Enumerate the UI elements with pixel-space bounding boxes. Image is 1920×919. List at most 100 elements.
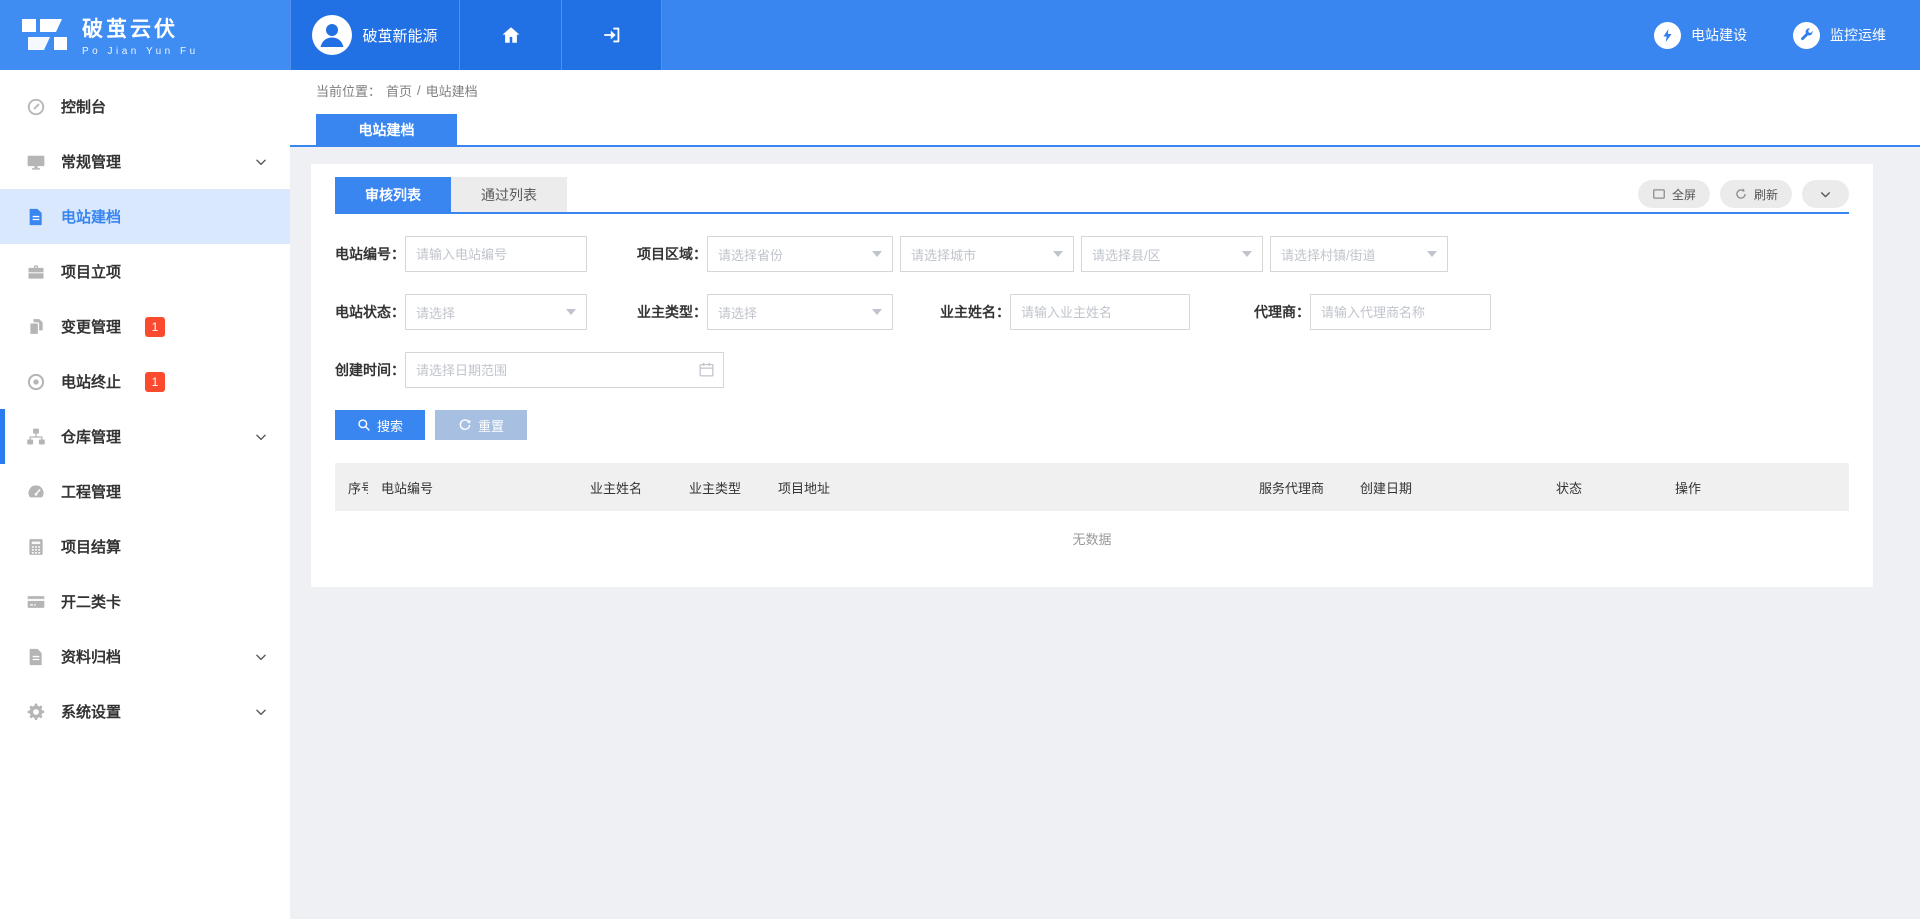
top-bar-spacer [662,0,1654,70]
panel-toolbar: 全屏 刷新 [1638,180,1849,208]
tab-approved-list[interactable]: 通过列表 [451,177,567,212]
credit-card-icon [26,592,46,612]
chevron-down-icon [254,650,268,664]
top-nav-label: 电站建设 [1691,25,1747,45]
company-name: 破茧新能源 [362,25,437,46]
results-table: 序号 电站编号 业主姓名 业主类型 项目地址 服务代理商 创建日期 状态 操作 [335,463,1849,565]
sidebar-item-label: 系统设置 [61,701,121,722]
brand-title: 破茧云伏 [82,13,199,43]
tab-underline [335,212,1849,214]
sidebar-item-station-archive[interactable]: 电站建档 [0,189,290,244]
table-header-row: 序号 电站编号 业主姓名 业主类型 项目地址 服务代理商 创建日期 状态 操作 [335,463,1849,511]
sidebar-item-data-archive[interactable]: 资料归档 [0,629,290,684]
column-header: 创建日期 [1347,463,1543,511]
town-select[interactable]: 请选择村镇/街道 [1270,236,1448,272]
select-placeholder: 请选择城市 [911,245,976,264]
sign-in-button[interactable] [562,0,662,70]
bolt-icon [1654,22,1681,49]
fullscreen-button[interactable]: 全屏 [1638,180,1710,208]
brand-text: 破茧云伏 Po Jian Yun Fu [82,13,199,57]
owner-type-select[interactable]: 请选择 [707,294,893,330]
sidebar-item-project-settlement[interactable]: 项目结算 [0,519,290,574]
sidebar-item-engineering-mgmt[interactable]: 工程管理 [0,464,290,519]
refresh-label: 刷新 [1754,186,1778,203]
sidebar-item-station-terminate[interactable]: 电站终止 1 [0,354,290,409]
sidebar-item-label: 常规管理 [61,151,121,172]
date-range-input[interactable] [405,352,724,388]
search-label: 搜索 [377,416,403,435]
top-nav-station-build[interactable]: 电站建设 [1654,22,1747,49]
archive-icon [26,647,46,667]
calendar-icon [698,361,715,378]
sidebar-item-warehouse-mgmt[interactable]: 仓库管理 [0,409,290,464]
panel-header: 审核列表 通过列表 全屏 刷新 [335,164,1849,212]
calculator-icon [26,537,46,557]
page-tab-strip: 电站建档 [290,110,1920,147]
main-content: 当前位置： 首页 / 电站建档 电站建档 审核列表 通过列表 [290,70,1920,919]
column-header: 服务代理商 [1246,463,1347,511]
breadcrumb-prefix: 当前位置： [316,81,381,100]
station-no-label: 电站编号： [335,244,405,264]
notification-badge: 1 [145,372,165,392]
copy-icon [26,317,46,337]
sidebar-item-system-settings[interactable]: 系统设置 [0,684,290,739]
sidebar-item-label: 工程管理 [61,481,121,502]
owner-type-label: 业主类型： [637,302,707,322]
breadcrumb-home[interactable]: 首页 [386,81,412,100]
sidebar-item-console[interactable]: 控制台 [0,79,290,134]
city-select[interactable]: 请选择城市 [900,236,1074,272]
sidebar-item-general-mgmt[interactable]: 常规管理 [0,134,290,189]
station-status-select[interactable]: 请选择 [405,294,587,330]
agent-label: 代理商： [1240,302,1310,322]
station-status-label: 电站状态： [335,302,405,322]
sidebar-item-change-mgmt[interactable]: 变更管理 1 [0,299,290,354]
refresh-button[interactable]: 刷新 [1720,180,1792,208]
select-placeholder: 请选择省份 [718,245,783,264]
fullscreen-icon [1652,187,1666,201]
bullseye-icon [26,372,46,392]
user-menu[interactable]: 破茧新能源 [290,0,460,70]
sidebar-item-label: 项目结算 [61,536,121,557]
top-bar: 破茧云伏 Po Jian Yun Fu 破茧新能源 [0,0,1920,70]
sidebar-item-label: 电站建档 [61,206,121,227]
top-nav: 电站建设 监控运维 [1654,0,1920,70]
content-body: 审核列表 通过列表 全屏 刷新 [290,147,1920,919]
app-root: 破茧云伏 Po Jian Yun Fu 破茧新能源 [0,0,1920,919]
district-select[interactable]: 请选择县/区 [1081,236,1263,272]
station-no-input[interactable] [405,236,587,272]
column-header: 项目地址 [765,463,1246,511]
chevron-down-icon [254,705,268,719]
select-placeholder: 请选择村镇/街道 [1281,245,1376,264]
sitemap-icon [26,427,46,447]
search-button[interactable]: 搜索 [335,410,425,440]
breadcrumb: 当前位置： 首页 / 电站建档 [290,70,1920,110]
select-placeholder: 请选择县/区 [1092,245,1161,264]
sidebar-item-label: 仓库管理 [61,426,121,447]
active-indicator-bar [0,409,5,464]
wrench-icon [1793,22,1820,49]
owner-name-input[interactable] [1010,294,1190,330]
column-header: 业主姓名 [577,463,676,511]
home-icon [500,24,522,46]
brand-logo: 破茧云伏 Po Jian Yun Fu [0,0,290,70]
column-header: 操作 [1662,463,1849,511]
person-icon [312,15,352,55]
brand-subtitle: Po Jian Yun Fu [82,46,199,57]
home-button[interactable] [460,0,562,70]
agent-input[interactable] [1310,294,1491,330]
top-nav-monitor-ops[interactable]: 监控运维 [1793,22,1886,49]
sidebar-item-class2-card[interactable]: 开二类卡 [0,574,290,629]
page-tab-station-archive[interactable]: 电站建档 [316,114,457,145]
tab-review-list[interactable]: 审核列表 [335,177,451,212]
collapse-button[interactable] [1802,180,1849,208]
fullscreen-label: 全屏 [1672,186,1696,203]
sidebar-item-label: 项目立项 [61,261,121,282]
sidebar-item-label: 开二类卡 [61,591,121,612]
panel-card: 审核列表 通过列表 全屏 刷新 [311,164,1873,587]
date-range-picker[interactable] [405,352,724,388]
tachometer-icon [26,482,46,502]
reset-button[interactable]: 重置 [435,410,527,440]
sidebar-item-project-initiation[interactable]: 项目立项 [0,244,290,299]
province-select[interactable]: 请选择省份 [707,236,893,272]
filter-form: 电站编号： 项目区域： 请选择省份 请选择城市 [335,236,1849,440]
